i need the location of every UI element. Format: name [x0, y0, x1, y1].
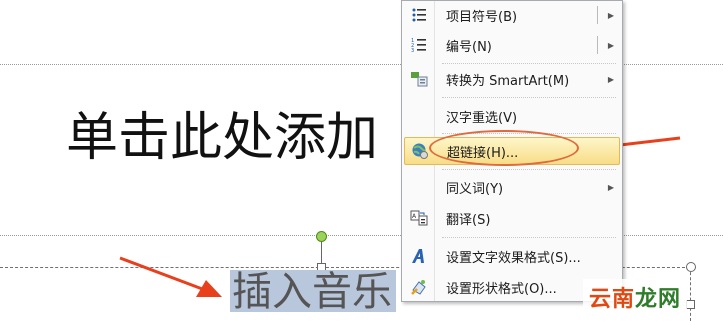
menu-item-reconvert[interactable]: 汉字重选(V) [404, 102, 620, 130]
menu-item-translate[interactable]: A 翻译(S) [404, 204, 620, 232]
text-effects-icon [404, 247, 434, 265]
svg-text:3: 3 [411, 48, 414, 53]
submenu-split [597, 36, 598, 54]
menu-item-label: 设置文字效果格式(S)... [446, 250, 581, 266]
menu-separator [442, 169, 616, 170]
smartart-icon [404, 71, 434, 87]
shape-format-icon [404, 278, 434, 296]
menu-item-label: 设置形状格式(O)... [446, 281, 557, 297]
menu-item-synonyms[interactable]: 同义词(Y) ▶ [404, 173, 620, 201]
submenu-arrow-icon[interactable]: ▶ [608, 11, 614, 20]
menu-separator [442, 63, 616, 64]
submenu-split [597, 6, 598, 24]
menu-item-label: 同义词(Y) [446, 181, 504, 197]
bullets-icon [404, 7, 434, 23]
watermark-part1: 云南 [589, 287, 636, 312]
menu-item-convert-smartart[interactable]: 转换为 SmartArt(M) ▶ [404, 65, 620, 93]
menu-item-label: 转换为 SmartArt(M) [446, 73, 570, 89]
menu-item-bullets[interactable]: 项目符号(B) ▶ [404, 1, 620, 29]
submenu-arrow-icon: ▶ [607, 74, 614, 84]
menu-item-label: 汉字重选(V) [446, 110, 518, 126]
menu-item-format-text-effects[interactable]: 设置文字效果格式(S)... [404, 242, 620, 270]
submenu-arrow-icon: ▶ [607, 182, 614, 192]
menu-item-numbering[interactable]: 123 编号(N) ▶ [404, 31, 620, 59]
submenu-arrow-icon[interactable]: ▶ [608, 41, 614, 50]
translate-icon: A [404, 210, 434, 226]
menu-separator [442, 97, 616, 98]
watermark-logo: 云南龙网 [583, 279, 688, 315]
arrow-to-text [119, 256, 222, 297]
menu-item-label: 项目符号(B) [446, 9, 518, 25]
watermark-part2: 龙网 [635, 287, 682, 312]
numbering-icon: 123 [404, 37, 434, 53]
menu-item-label: 编号(N) [446, 39, 492, 55]
menu-separator [442, 237, 616, 238]
annotation-ellipse [429, 130, 579, 166]
menu-item-label: 翻译(S) [446, 212, 491, 228]
